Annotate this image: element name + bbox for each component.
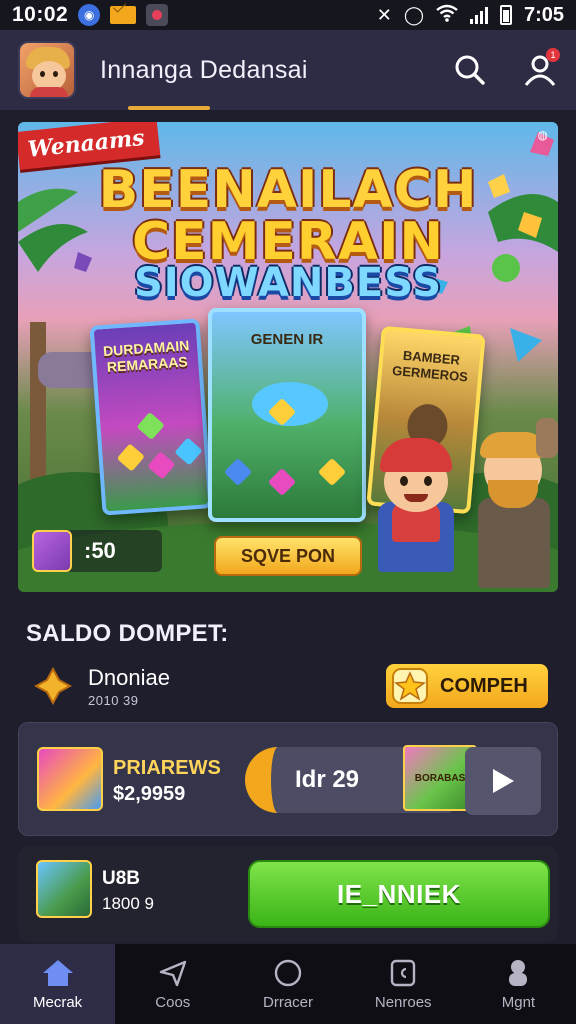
- nav-label-wallet: Nenroes: [374, 993, 432, 1011]
- nav-item-profile[interactable]: Mgnt: [461, 944, 576, 1024]
- promo-card: U8B 1800 9 IE_NNIEK: [18, 846, 558, 942]
- page-title: Innanga Dedansai: [100, 55, 308, 84]
- app-notification-icon: ◉: [78, 4, 101, 26]
- nav-label-send: Coos: [155, 993, 191, 1011]
- gem-icon: [34, 667, 72, 705]
- send-icon: [159, 960, 186, 986]
- app-header: Innanga Dedansai 1: [0, 30, 576, 110]
- card-left-label: DURDAMAIN REMARAAS: [102, 337, 190, 375]
- wallet-section-title: SALDO DOMPET:: [26, 620, 229, 647]
- signal-icon: [469, 6, 488, 24]
- nav-item-circle[interactable]: Drracer: [230, 944, 345, 1024]
- shield-icon: [146, 4, 169, 26]
- battery-icon: [499, 5, 512, 25]
- chest-count: :50: [84, 538, 116, 563]
- play-icon: [493, 769, 514, 793]
- promo-action-button[interactable]: IE_NNIEK: [248, 860, 550, 928]
- balance-text: Dnoniae 2010 39: [88, 665, 170, 708]
- offer-card[interactable]: PRIAREWS $2,9959 Idr 29 BORABAS: [18, 722, 558, 836]
- balance-amount: 2010 39: [88, 692, 139, 708]
- bottom-navigation: Mecrak Coos Drracer Nenroes Mgnt: [0, 944, 576, 1024]
- offer-thumbnail: [37, 747, 103, 811]
- user-icon: [509, 959, 528, 986]
- header-actions: 1: [452, 48, 560, 88]
- game-card-left[interactable]: DURDAMAIN REMARAAS: [89, 318, 213, 516]
- avatar[interactable]: [18, 41, 76, 99]
- nav-item-home[interactable]: Mecrak: [0, 944, 116, 1024]
- play-button[interactable]: [465, 747, 541, 815]
- search-button[interactable]: [452, 52, 488, 88]
- home-icon: [42, 959, 73, 986]
- status-time-right: 7:05: [523, 3, 564, 26]
- profile-button[interactable]: 1: [522, 48, 560, 88]
- chest-counter: :50: [32, 530, 162, 572]
- nav-label-circle: Drracer: [263, 993, 314, 1011]
- wallet-icon: [391, 959, 416, 986]
- star-icon: [392, 668, 428, 704]
- game-card-middle[interactable]: GENEN IR: [208, 308, 366, 522]
- promo-banner[interactable]: Wenaams ◍ BEENAILACH CEMERAIN SIOWANBESS…: [18, 122, 558, 592]
- nav-label-home: Mecrak: [33, 993, 83, 1011]
- offer-amount-pill[interactable]: Idr 29 BORABAS: [245, 745, 477, 813]
- banner-cta-button[interactable]: SQVE PON: [214, 536, 362, 576]
- promo-amount: 1800 9: [102, 894, 154, 913]
- offer-price: $2,9959: [113, 783, 186, 805]
- status-bar: 10:02 ◉ ✕ ◯ 7:05: [0, 0, 576, 30]
- hero-character-boy: [362, 432, 472, 592]
- wifi-icon: [436, 4, 458, 27]
- status-right: ✕ ◯ 7:05: [377, 4, 564, 27]
- wallet-action-label: COMPEH: [440, 674, 528, 697]
- offer-amount: Idr 29: [295, 766, 360, 793]
- nav-item-send[interactable]: Coos: [115, 944, 230, 1024]
- circle-icon: [274, 959, 302, 986]
- mail-icon: [110, 6, 137, 24]
- banner-headline-1: BEENAILACH: [98, 160, 478, 220]
- chest-icon: [32, 530, 72, 572]
- banner-headline-3: SIOWANBESS: [133, 260, 443, 306]
- title-underline: [128, 106, 210, 110]
- hero-character-warrior: [470, 418, 558, 592]
- card-mid-label: GENEN IR: [250, 331, 324, 348]
- balance-name: Dnoniae: [88, 664, 170, 690]
- promo-name: U8B: [102, 868, 141, 889]
- offer-pill-thumb-label: BORABAS: [414, 772, 466, 784]
- nav-item-wallet[interactable]: Nenroes: [346, 944, 461, 1024]
- balance-row: Dnoniae 2010 39 COMPEH: [18, 656, 558, 716]
- search-icon: [455, 55, 485, 85]
- nfc-icon: ✕: [376, 4, 392, 25]
- card-right-label: BAMBER GERMEROS: [391, 347, 469, 385]
- nav-label-profile: Mgnt: [501, 993, 536, 1011]
- notification-icons: ◉: [78, 4, 169, 26]
- alarm-icon: ◯: [403, 4, 424, 25]
- banner-close-icon[interactable]: ◍: [538, 128, 548, 142]
- wallet-action-button[interactable]: COMPEH: [386, 664, 548, 708]
- offer-name: PRIAREWS: [113, 757, 221, 779]
- notification-badge: 1: [546, 48, 560, 62]
- status-time-left: 10:02: [12, 3, 69, 26]
- promo-thumbnail: [36, 860, 92, 918]
